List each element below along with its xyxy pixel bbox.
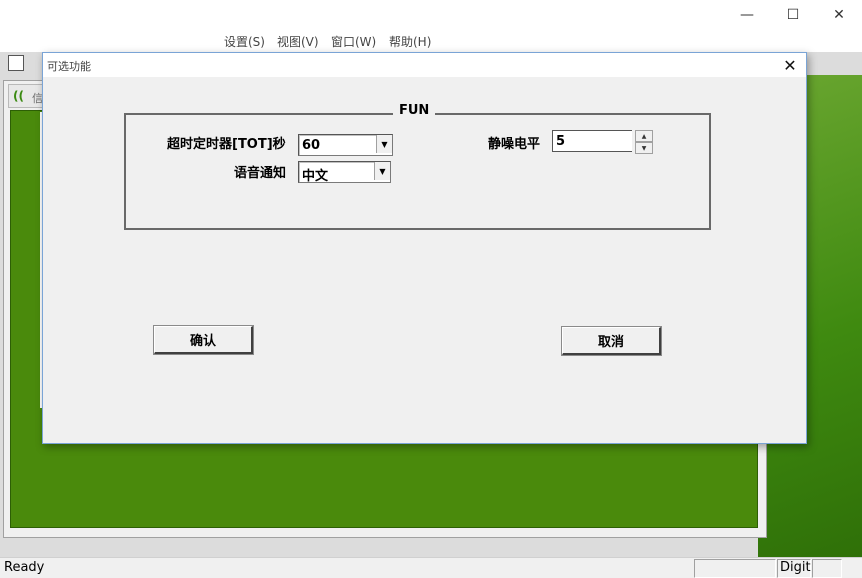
tot-select[interactable]: 60 ▼ — [298, 134, 393, 156]
cancel-button[interactable]: 取消 — [561, 326, 662, 356]
status-panel-3 — [812, 559, 842, 578]
menu-help[interactable]: 帮助(H) — [389, 33, 431, 50]
squelch-label: 静噪电平 — [488, 137, 541, 152]
child-window-icon — [8, 55, 24, 71]
confirm-button[interactable]: 确认 — [153, 325, 254, 355]
voice-select[interactable]: 中文 ▼ — [298, 161, 391, 184]
squelch-input[interactable]: 5 — [552, 130, 632, 152]
dialog-titlebar — [43, 53, 806, 77]
tot-label: 超时定时器[TOT]秒 — [167, 137, 286, 152]
status-panel-1 — [694, 559, 776, 578]
menu-settings[interactable]: 设置(S) — [224, 33, 265, 50]
close-button[interactable]: ✕ — [816, 0, 862, 30]
minimize-button[interactable]: — — [724, 0, 770, 30]
cancel-button-label: 取消 — [597, 335, 624, 350]
dialog-title: 可选功能 — [47, 60, 91, 73]
maximize-icon: ☐ — [786, 7, 800, 23]
status-panel-digit: Digit — [777, 559, 811, 578]
optional-function-dialog: 可选功能 ✕ FUN 超时定时器[TOT]秒 60 ▼ 静噪电平 5 ▲ ▼ 语… — [42, 52, 807, 444]
voice-label: 语音通知 — [234, 166, 287, 181]
squelch-value: 5 — [556, 134, 566, 149]
menu-view[interactable]: 视图(V) — [277, 33, 319, 50]
dialog-close-button[interactable]: ✕ — [778, 55, 802, 75]
status-digit: Digit — [780, 560, 811, 575]
menu-window[interactable]: 窗口(W) — [331, 33, 376, 50]
chevron-down-icon[interactable]: ▼ — [374, 162, 390, 180]
status-ready: Ready — [4, 560, 45, 575]
tot-value: 60 — [302, 138, 321, 153]
signal-icon: (( — [13, 89, 24, 103]
close-icon: ✕ — [783, 55, 797, 75]
spin-up-icon[interactable]: ▲ — [635, 130, 653, 142]
spin-down-icon[interactable]: ▼ — [635, 142, 653, 154]
voice-value: 中文 — [302, 169, 329, 184]
minimize-icon: — — [740, 7, 754, 23]
confirm-button-label: 确认 — [189, 334, 216, 349]
chevron-down-icon[interactable]: ▼ — [376, 135, 392, 153]
maximize-button[interactable]: ☐ — [770, 0, 816, 30]
squelch-spinner[interactable]: ▲ ▼ — [635, 130, 653, 154]
close-icon: ✕ — [833, 7, 845, 23]
fun-group-title: FUN — [393, 103, 436, 118]
